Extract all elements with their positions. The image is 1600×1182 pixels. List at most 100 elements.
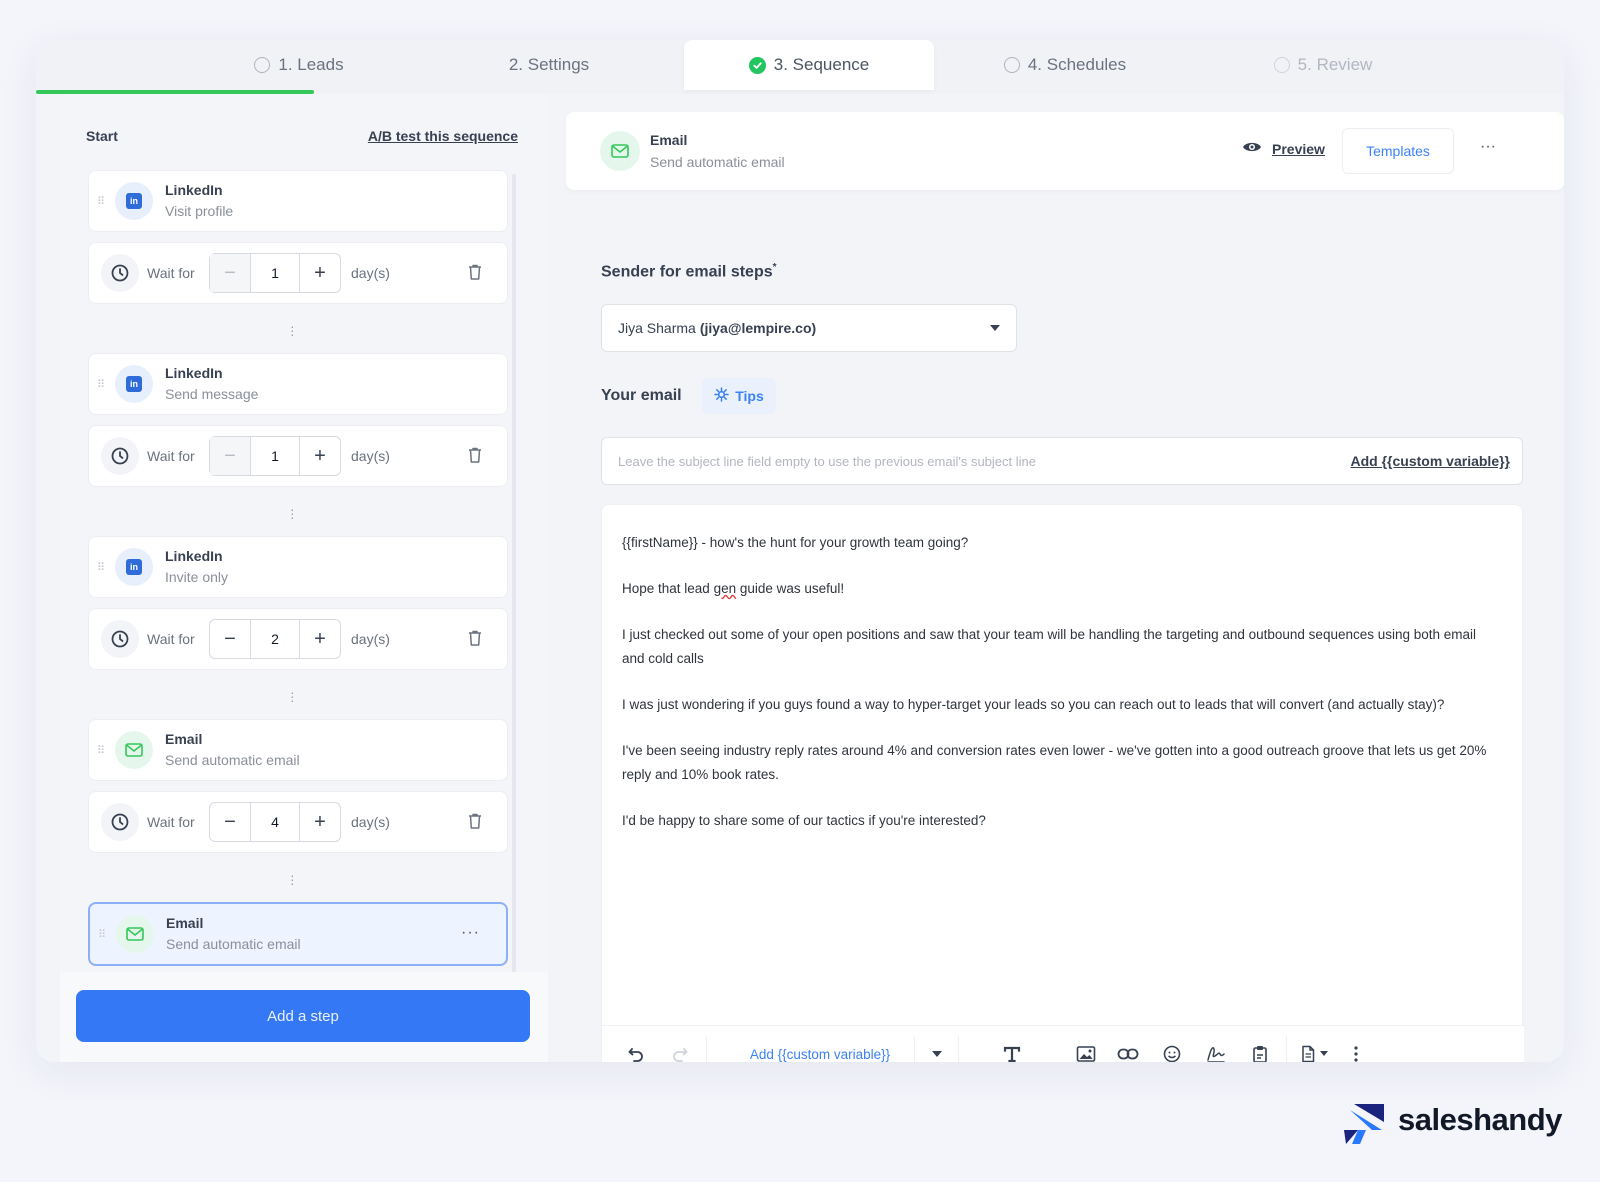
wait-unit: day(s) [351, 448, 390, 464]
wait-label: Wait for [147, 448, 195, 464]
body-text-segment: guide was useful! [736, 581, 845, 596]
trash-icon[interactable] [467, 812, 483, 835]
decrement-button[interactable]: − [210, 254, 250, 292]
step-title: LinkedIn [165, 182, 223, 198]
text-format-icon[interactable] [1000, 1042, 1024, 1062]
sequence-step-card[interactable]: ⠿ in LinkedIn Invite only [88, 536, 508, 598]
wait-days-stepper: − 1 + [209, 253, 341, 293]
sequence-panel: Start A/B test this sequence ⠿ in Linked… [60, 94, 548, 1062]
toolbar-add-variable-button[interactable]: Add {{custom variable}} [722, 1034, 918, 1062]
wait-card: Wait for − 4 + day(s) [88, 791, 508, 853]
drag-handle-icon[interactable]: ⠿ [97, 744, 105, 757]
step-title: Email [166, 915, 204, 931]
sequence-step-card[interactable]: ⠿ in LinkedIn Visit profile [88, 170, 508, 232]
linkedin-icon: in [115, 548, 153, 586]
wait-days-stepper: − 1 + [209, 436, 341, 476]
body-text-segment: Hope that lead [622, 581, 714, 596]
decrement-button[interactable]: − [210, 437, 250, 475]
sequence-step-card[interactable]: ⠿ Email Send automatic email [88, 719, 508, 781]
wait-days-value[interactable]: 4 [250, 803, 300, 841]
toolbar-divider [1286, 1036, 1287, 1062]
more-options-icon[interactable]: ··· [1480, 138, 1496, 156]
templates-button[interactable]: Templates [1342, 128, 1454, 174]
trash-icon[interactable] [467, 263, 483, 286]
increment-button[interactable]: + [300, 437, 340, 475]
chevron-down-icon[interactable] [1318, 1042, 1330, 1062]
preview-label: Preview [1272, 140, 1325, 157]
email-body-editor[interactable]: {{firstName}} - how's the hunt for your … [601, 504, 1524, 1062]
preview-link[interactable]: Preview [1242, 140, 1325, 157]
trash-icon[interactable] [467, 629, 483, 652]
step-settings[interactable]: 2. Settings [424, 40, 674, 90]
toolbar-divider [958, 1036, 959, 1062]
radio-circle-icon [1003, 57, 1020, 73]
trash-icon[interactable] [467, 446, 483, 469]
tips-button[interactable]: Tips [702, 378, 776, 414]
wait-label: Wait for [147, 265, 195, 281]
app-window: 1. Leads 2. Settings 3. Sequence 4. Sche… [36, 40, 1564, 1062]
drag-handle-icon[interactable]: ⠿ [98, 928, 106, 941]
wait-unit: day(s) [351, 814, 390, 830]
required-mark: * [772, 262, 777, 273]
drag-handle-icon[interactable]: ⠿ [97, 195, 105, 208]
linkedin-icon: in [115, 365, 153, 403]
image-icon[interactable] [1074, 1042, 1098, 1062]
sender-label-text: Sender for email steps [601, 263, 773, 281]
step-title: LinkedIn [165, 365, 223, 381]
step-subtitle: Send message [165, 386, 259, 402]
step-sequence[interactable]: 3. Sequence [684, 40, 934, 90]
wait-days-stepper: − 2 + [209, 619, 341, 659]
subject-add-variable-link[interactable]: Add {{custom variable}} [1351, 453, 1511, 469]
saleshandy-logo: saleshandy [1344, 1100, 1574, 1144]
increment-button[interactable]: + [300, 803, 340, 841]
increment-button[interactable]: + [300, 620, 340, 658]
clock-icon [101, 254, 139, 292]
wait-days-value[interactable]: 1 [250, 437, 300, 475]
subject-input[interactable] [618, 438, 1318, 484]
wait-days-value[interactable]: 2 [250, 620, 300, 658]
sequence-start-row: Start A/B test this sequence [86, 128, 518, 144]
step-leads[interactable]: 1. Leads [174, 40, 424, 90]
signature-icon[interactable] [1204, 1042, 1228, 1062]
sequence-step-card-selected[interactable]: ⠿ Email Send automatic email ··· [88, 902, 508, 966]
increment-button[interactable]: + [300, 254, 340, 292]
more-options-icon[interactable]: ··· [461, 924, 480, 942]
connector-dots: · · · [290, 684, 295, 708]
drag-handle-icon[interactable]: ⠿ [97, 561, 105, 574]
chevron-down-icon[interactable] [932, 1051, 942, 1057]
decrement-button[interactable]: − [210, 803, 250, 841]
gear-icon [714, 387, 730, 405]
step-schedules[interactable]: 4. Schedules [940, 40, 1190, 90]
mail-icon [600, 131, 640, 171]
wait-days-value[interactable]: 1 [250, 254, 300, 292]
sender-select[interactable]: Jiya Sharma (jiya@lempire.co) [601, 304, 1017, 352]
ab-test-link[interactable]: A/B test this sequence [368, 128, 518, 144]
redo-icon[interactable] [668, 1042, 692, 1062]
email-body-text[interactable]: {{firstName}} - how's the hunt for your … [622, 531, 1492, 855]
emoji-icon[interactable] [1160, 1042, 1184, 1062]
document-icon[interactable] [1296, 1042, 1320, 1062]
step-label: 5. Review [1297, 55, 1373, 74]
wait-label: Wait for [147, 814, 195, 830]
link-icon[interactable] [1116, 1042, 1140, 1062]
step-label: 3. Sequence [773, 55, 870, 74]
sequence-step-card[interactable]: ⠿ in LinkedIn Send message [88, 353, 508, 415]
mail-icon [116, 915, 154, 953]
logo-mark-icon [1344, 1104, 1388, 1149]
drag-handle-icon[interactable]: ⠿ [97, 378, 105, 391]
linkedin-icon: in [115, 182, 153, 220]
wait-card: Wait for − 2 + day(s) [88, 608, 508, 670]
more-vertical-icon[interactable] [1344, 1042, 1368, 1062]
add-step-button[interactable]: Add a step [76, 990, 530, 1042]
radio-circle-icon [1273, 57, 1290, 73]
scrollbar[interactable] [512, 174, 516, 1044]
step-review[interactable]: 5. Review [1198, 40, 1448, 90]
wait-days-stepper: − 4 + [209, 802, 341, 842]
clipboard-icon[interactable] [1248, 1042, 1272, 1062]
mail-icon [115, 731, 153, 769]
decrement-button[interactable]: − [210, 620, 250, 658]
editor-toolbar: Add {{custom variable}} [602, 1025, 1524, 1062]
step-subtitle: Invite only [165, 569, 229, 585]
undo-icon[interactable] [624, 1042, 648, 1062]
wait-card: Wait for − 1 + day(s) [88, 425, 508, 487]
